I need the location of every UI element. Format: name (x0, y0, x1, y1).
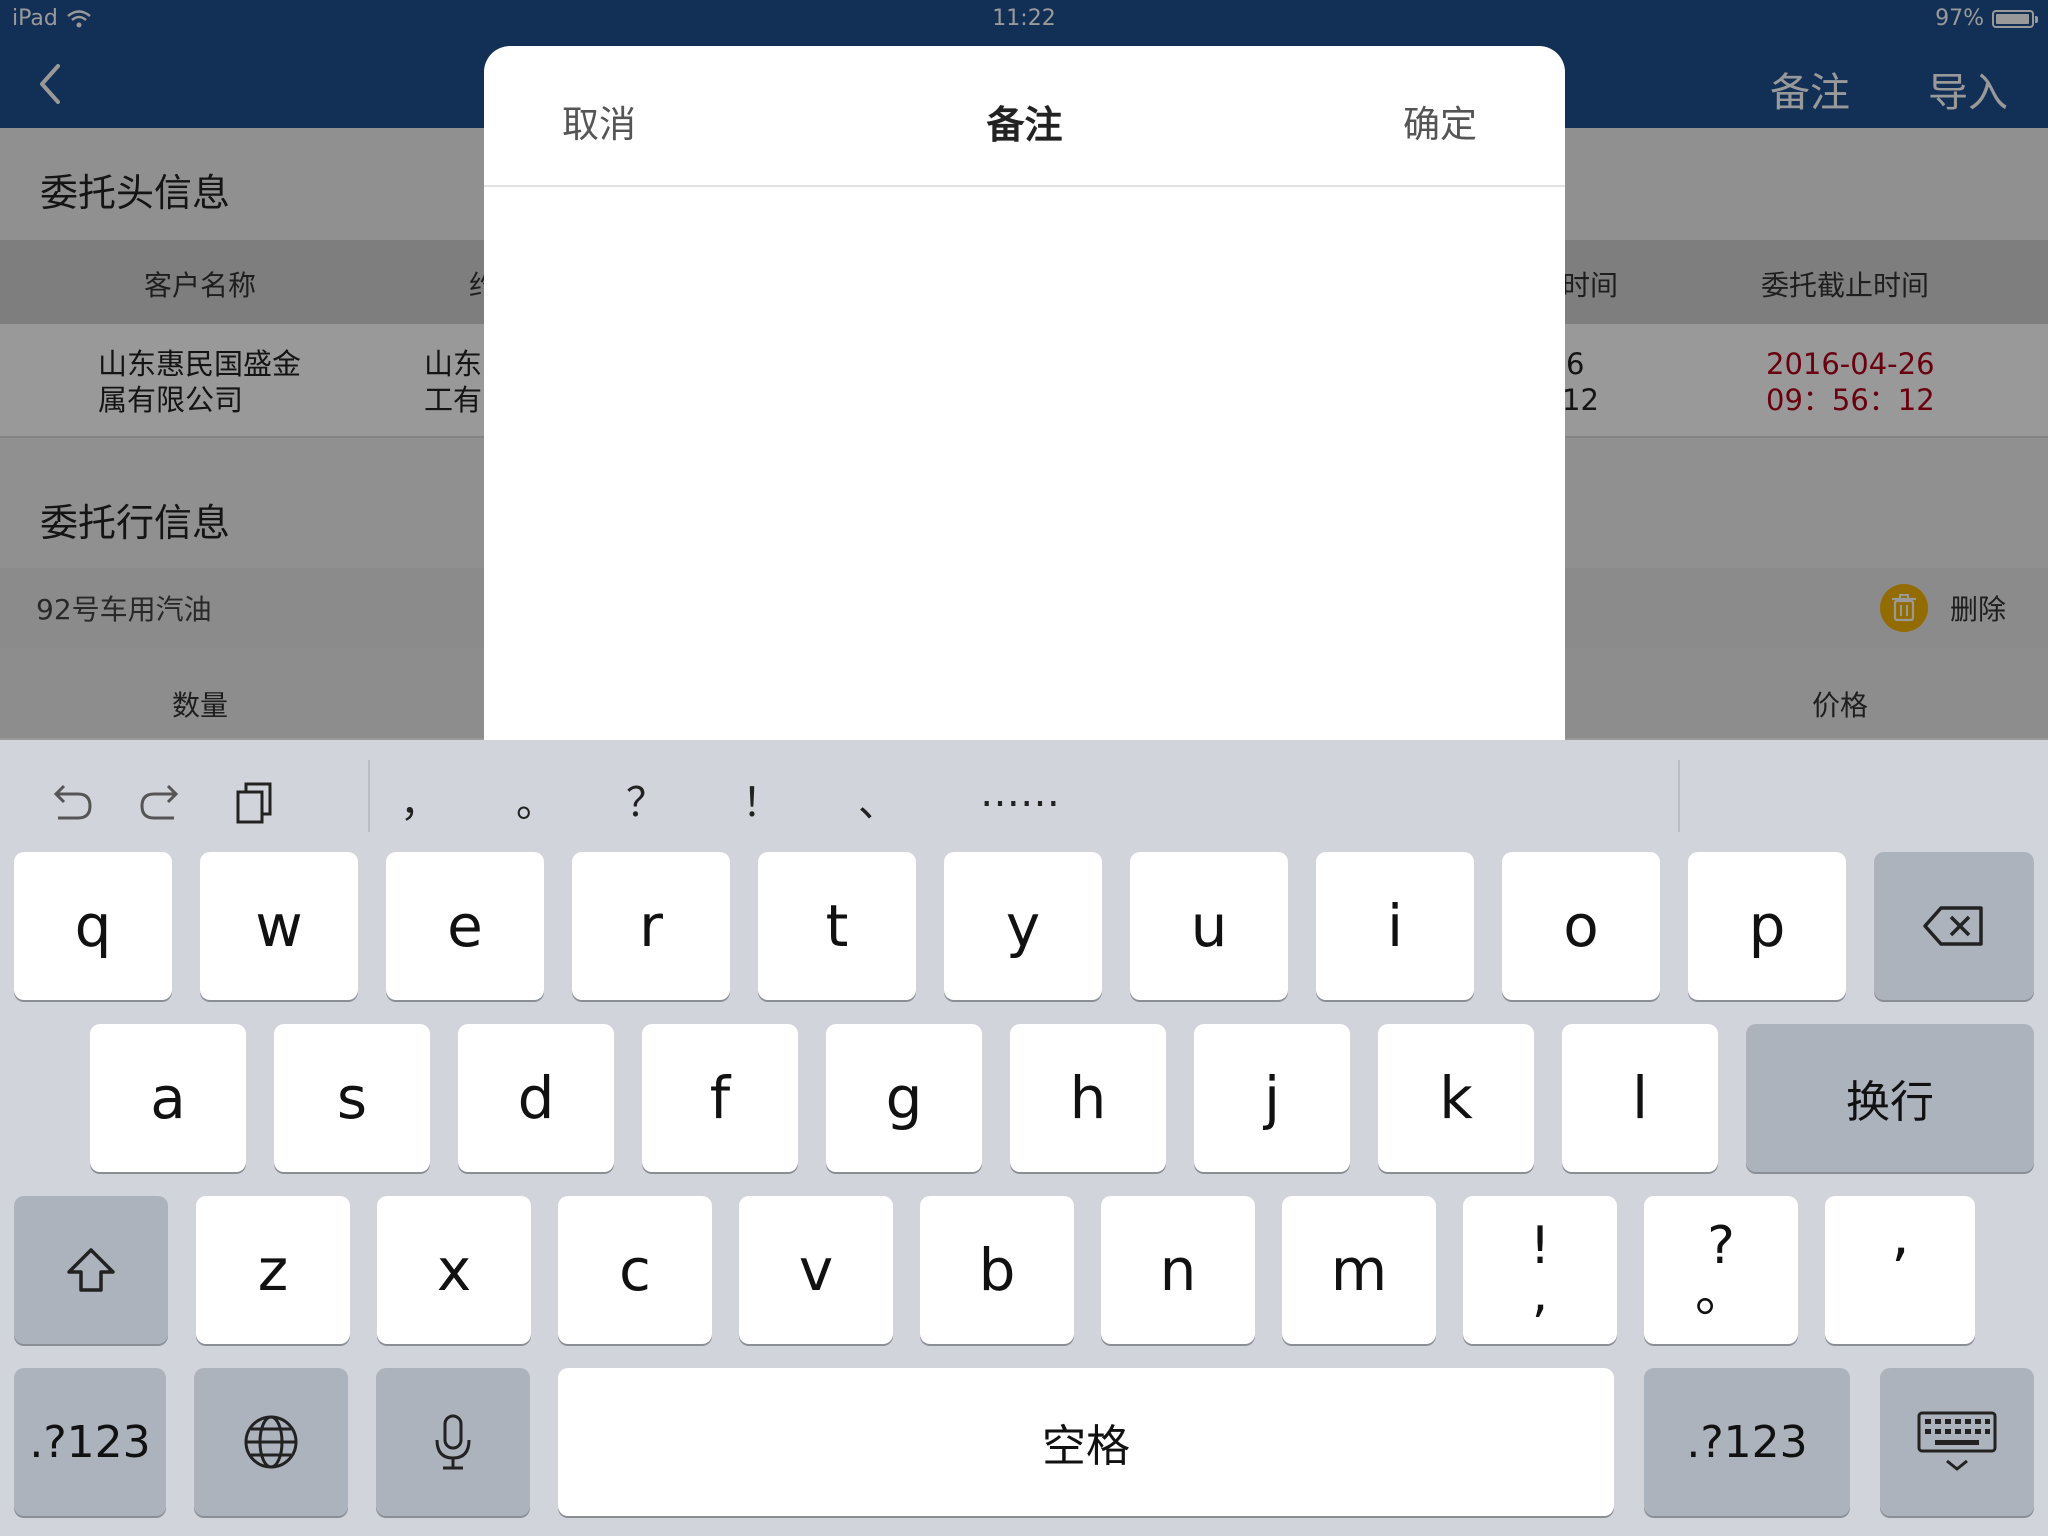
key-s[interactable]: s (274, 1024, 430, 1172)
key-p[interactable]: p (1688, 852, 1846, 1000)
space-key[interactable]: 空格 (558, 1368, 1614, 1516)
punctuation-ellipsis[interactable]: …… (980, 770, 1060, 816)
key-comma-bottom: , (1531, 1264, 1549, 1324)
numbers-key-left[interactable]: .?123 (14, 1368, 166, 1516)
key-apostrophe[interactable]: ’ (1825, 1196, 1975, 1344)
key-g[interactable]: g (826, 1024, 982, 1172)
key-j[interactable]: j (1194, 1024, 1350, 1172)
remark-modal: 取消 备注 确定 (484, 46, 1565, 740)
key-e[interactable]: e (386, 852, 544, 1000)
key-x[interactable]: x (377, 1196, 531, 1344)
modal-header: 取消 备注 确定 (484, 46, 1565, 187)
numbers-key-right[interactable]: .?123 (1644, 1368, 1850, 1516)
remark-textarea[interactable] (484, 189, 1565, 740)
punctuation-period[interactable]: 。 (516, 770, 556, 828)
globe-key[interactable] (194, 1368, 348, 1516)
key-a[interactable]: a (90, 1024, 246, 1172)
key-t[interactable]: t (758, 852, 916, 1000)
redo-icon[interactable] (136, 776, 188, 828)
return-key[interactable]: 换行 (1746, 1024, 2034, 1172)
backspace-icon (1923, 906, 1983, 946)
toolbar-divider-right (1678, 760, 1680, 832)
key-w[interactable]: w (200, 852, 358, 1000)
undo-icon[interactable] (44, 776, 96, 828)
keyboard-dismiss-icon (1917, 1411, 1997, 1471)
clipboard-icon[interactable] (230, 776, 282, 828)
key-u[interactable]: u (1130, 852, 1288, 1000)
key-exclaim-comma[interactable]: ! , (1463, 1196, 1617, 1344)
key-k[interactable]: k (1378, 1024, 1534, 1172)
key-q[interactable]: q (14, 852, 172, 1000)
key-period-bottom: 。 (1694, 1264, 1747, 1324)
key-i[interactable]: i (1316, 852, 1474, 1000)
key-question-top: ? (1707, 1216, 1735, 1276)
toolbar-divider-left (368, 760, 370, 832)
microphone-key[interactable] (376, 1368, 530, 1516)
key-m[interactable]: m (1282, 1196, 1436, 1344)
key-f[interactable]: f (642, 1024, 798, 1172)
keyboard-toolbar: ， 。 ？ ！ 、 …… (0, 740, 2048, 850)
shift-key[interactable] (14, 1196, 168, 1344)
key-r[interactable]: r (572, 852, 730, 1000)
shift-icon (67, 1248, 115, 1292)
key-h[interactable]: h (1010, 1024, 1166, 1172)
key-question-period[interactable]: ? 。 (1644, 1196, 1798, 1344)
key-y[interactable]: y (944, 852, 1102, 1000)
punctuation-comma[interactable]: ， (400, 770, 440, 828)
keyboard-dismiss-key[interactable] (1880, 1368, 2034, 1516)
backspace-key[interactable] (1874, 852, 2034, 1000)
key-o[interactable]: o (1502, 852, 1660, 1000)
key-exclaim-top: ! (1529, 1216, 1551, 1276)
key-z[interactable]: z (196, 1196, 350, 1344)
punctuation-question[interactable]: ？ (626, 770, 666, 828)
globe-icon (244, 1415, 298, 1469)
key-d[interactable]: d (458, 1024, 614, 1172)
key-n[interactable]: n (1101, 1196, 1255, 1344)
punctuation-enumeration[interactable]: 、 (858, 770, 898, 828)
key-c[interactable]: c (558, 1196, 712, 1344)
punctuation-exclaim[interactable]: ！ (742, 770, 782, 828)
key-v[interactable]: v (739, 1196, 893, 1344)
confirm-button[interactable]: 确定 (1403, 94, 1477, 148)
onscreen-keyboard: ， 。 ？ ！ 、 …… q w e r t y u i o p a s d f… (0, 740, 2048, 1536)
microphone-icon (435, 1414, 471, 1470)
key-b[interactable]: b (920, 1196, 1074, 1344)
key-l[interactable]: l (1562, 1024, 1718, 1172)
